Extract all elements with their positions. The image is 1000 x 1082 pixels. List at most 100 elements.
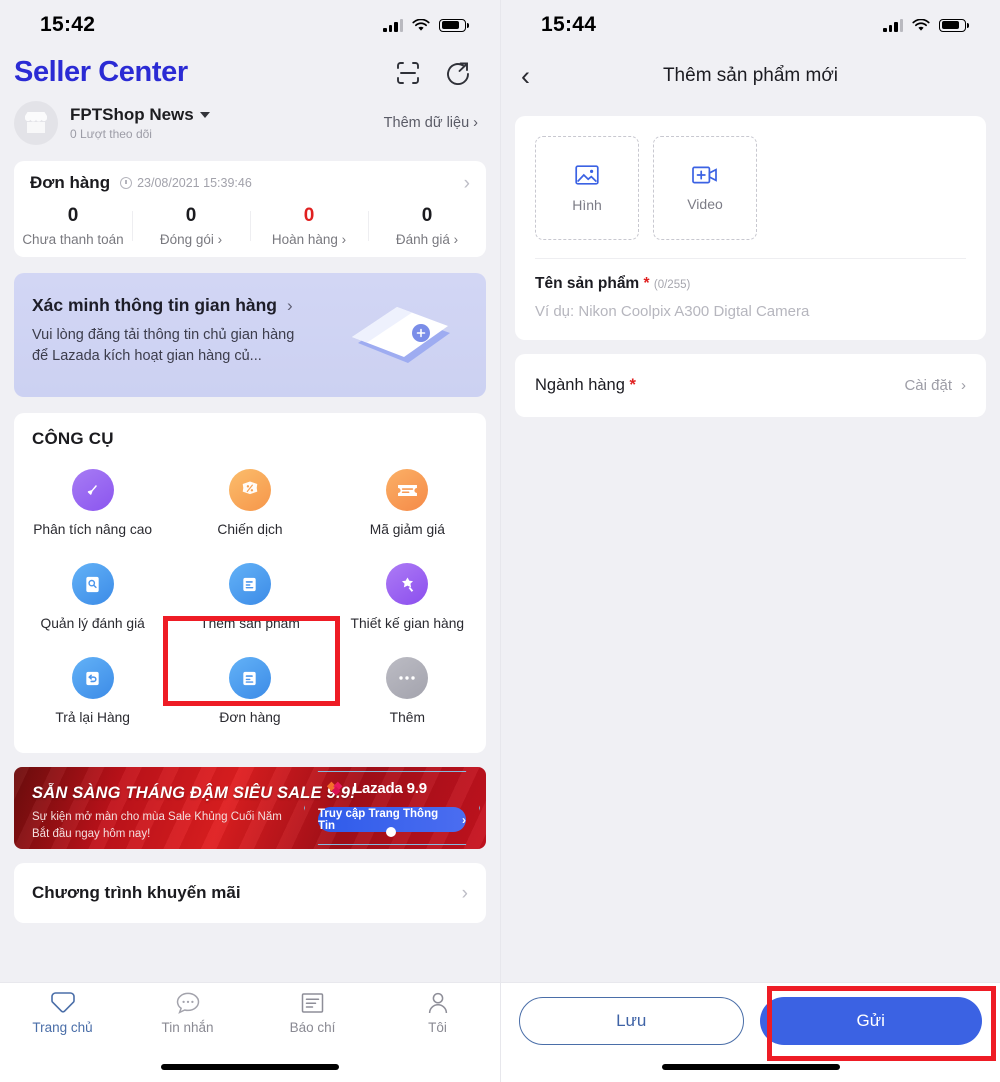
- order-stat-returns[interactable]: 0 Hoàn hàng ›: [250, 205, 368, 247]
- tool-returns[interactable]: Trả lại Hàng: [14, 643, 171, 733]
- add-data-link[interactable]: Thêm dữ liệu ›: [384, 115, 478, 131]
- tool-orders[interactable]: Đơn hàng: [171, 643, 328, 733]
- stat-label: Đánh giá ›: [395, 232, 459, 247]
- tab-label: Báo chí: [289, 1020, 336, 1035]
- battery-icon: [939, 18, 969, 32]
- return-icon: [71, 657, 114, 699]
- tool-label: Thiết kế gian hàng: [350, 616, 465, 631]
- review-search-icon: [71, 563, 114, 605]
- product-name-field[interactable]: Tên sản phẩm * (0/255) Ví dụ: Nikon Cool…: [515, 259, 986, 340]
- home-heart-icon: [50, 992, 75, 1013]
- tool-voucher[interactable]: Mã giảm giá: [329, 455, 486, 545]
- tool-advanced-analytics[interactable]: Phân tích nâng cao: [14, 455, 171, 545]
- tab-messages[interactable]: Tin nhắn: [125, 991, 250, 1035]
- share-icon[interactable]: [444, 59, 472, 87]
- promotion-program-card[interactable]: Chương trình khuyến mãi ›: [14, 863, 486, 923]
- tab-profile[interactable]: Tôi: [375, 991, 500, 1035]
- chevron-right-icon[interactable]: ›: [287, 296, 293, 316]
- video-plus-icon: [692, 166, 717, 184]
- orders-card[interactable]: Đơn hàng 23/08/2021 15:39:46 › 0 Chưa th…: [14, 161, 486, 257]
- stat-label: Chưa thanh toán: [22, 232, 124, 247]
- promo-banner[interactable]: SẴN SÀNG THÁNG ĐẬM SIÊU SALE 9.9! Sự kiệ…: [14, 767, 486, 849]
- add-product-icon: [228, 563, 271, 605]
- bottom-tab-bar: Trang chủ Tin nhắn Báo chí Tôi: [0, 982, 500, 1082]
- chevron-right-icon[interactable]: ›: [464, 174, 470, 193]
- clock-icon: [120, 177, 133, 189]
- product-name-input[interactable]: Ví dụ: Nikon Coolpix A300 Digtal Camera: [535, 303, 966, 320]
- wifi-icon: [912, 18, 930, 32]
- analytics-icon: [71, 469, 114, 511]
- field-label: Tên sản phẩm: [535, 275, 640, 292]
- tool-label: Thêm sản phẩm: [200, 616, 300, 631]
- verify-shop-card[interactable]: Xác minh thông tin gian hàng › Vui lòng …: [14, 273, 486, 397]
- shop-followers: 0 Lượt theo dõi: [70, 127, 152, 141]
- required-asterisk: *: [629, 376, 636, 394]
- save-button[interactable]: Lưu: [519, 997, 744, 1045]
- banner-subtitle-line2: Bắt đầu ngay hôm nay!: [32, 828, 151, 841]
- chat-icon: [176, 992, 199, 1014]
- tool-campaign[interactable]: Chiến dịch: [171, 455, 328, 545]
- app-title: Seller Center: [14, 56, 188, 88]
- tool-add-product[interactable]: Thêm sản phẩm: [171, 549, 328, 639]
- store-design-icon: [386, 563, 429, 605]
- tab-label: Trang chủ: [32, 1020, 93, 1035]
- image-icon: [575, 165, 599, 185]
- banner-subtitle: Sự kiện mở màn cho mùa Sale Khủng Cuối N…: [32, 809, 282, 844]
- tab-news[interactable]: Báo chí: [250, 991, 375, 1035]
- order-stat-reviews[interactable]: 0 Đánh giá ›: [368, 205, 486, 247]
- tool-label: Trả lại Hàng: [55, 710, 130, 725]
- upload-image-button[interactable]: Hình: [535, 136, 639, 240]
- status-indicators: [383, 18, 469, 32]
- lazada-heart-icon: [326, 781, 343, 796]
- chevron-right-icon: ›: [462, 812, 466, 827]
- status-bar-right: 15:44: [501, 0, 1000, 50]
- promotion-title: Chương trình khuyến mãi: [32, 883, 241, 902]
- tab-home[interactable]: Trang chủ: [0, 991, 125, 1035]
- status-indicators: [883, 18, 969, 32]
- media-and-name-card: Hình Video Tên sản phẩm * (0/255) Ví dụ:…: [515, 116, 986, 340]
- tool-label: Quản lý đánh giá: [40, 616, 145, 631]
- tool-more[interactable]: Thêm: [329, 643, 486, 733]
- order-stat-unpaid[interactable]: 0 Chưa thanh toán: [14, 205, 132, 247]
- stat-label: Đóng gói ›: [159, 232, 223, 247]
- dual-screenshot: 15:42 Seller Center FPTShop News 0 Lượt …: [0, 0, 1000, 1082]
- order-stat-packing[interactable]: 0 Đóng gói ›: [132, 205, 250, 247]
- send-button[interactable]: Gửi: [759, 997, 982, 1045]
- news-icon: [301, 993, 324, 1013]
- banner-subtitle-line1: Sự kiện mở màn cho mùa Sale Khủng Cuối N…: [32, 811, 282, 823]
- cellular-signal-icon: [383, 18, 403, 32]
- seller-center-home-screen: 15:42 Seller Center FPTShop News 0 Lượt …: [0, 0, 500, 1082]
- tool-store-design[interactable]: Thiết kế gian hàng: [329, 549, 486, 639]
- chevron-right-icon[interactable]: ›: [961, 377, 966, 394]
- scan-icon[interactable]: [394, 59, 422, 87]
- media-label: Video: [687, 196, 723, 212]
- carousel-dot[interactable]: [386, 827, 396, 837]
- chevron-down-icon[interactable]: [199, 112, 210, 118]
- bottom-action-bar: Lưu Gửi: [501, 982, 1000, 1082]
- orders-timestamp: 23/08/2021 15:39:46: [137, 176, 252, 190]
- tool-label: Chiến dịch: [217, 522, 283, 537]
- stat-label: Hoàn hàng ›: [271, 232, 347, 247]
- verify-description: Vui lòng đăng tải thông tin chủ gian hàn…: [32, 327, 295, 365]
- shop-row[interactable]: FPTShop News 0 Lượt theo dõi Thêm dữ liệ…: [0, 89, 500, 145]
- upload-video-button[interactable]: Video: [653, 136, 757, 240]
- shop-name[interactable]: FPTShop News: [70, 105, 384, 125]
- stat-value: 0: [185, 205, 197, 226]
- tool-label: Phân tích nâng cao: [33, 522, 153, 537]
- tool-review-management[interactable]: Quản lý đánh giá: [14, 549, 171, 639]
- tool-label: Đơn hàng: [219, 710, 281, 725]
- status-bar-left: 15:42: [0, 0, 500, 50]
- category-action[interactable]: Cài đặt: [904, 377, 952, 394]
- tools-grid: Phân tích nâng cao Chiến dịch Mã giảm gi…: [14, 455, 486, 733]
- page-title: Thêm sản phẩm mới: [662, 65, 839, 86]
- more-dots-icon: [386, 657, 429, 699]
- status-time: 15:44: [541, 13, 597, 36]
- battery-icon: [439, 18, 469, 32]
- category-row[interactable]: Ngành hàng * Cài đặt ›: [515, 354, 986, 417]
- verify-title: Xác minh thông tin gian hàng: [32, 295, 277, 315]
- order-doc-icon: [228, 657, 271, 699]
- chevron-right-icon[interactable]: ›: [462, 884, 468, 903]
- nav-bar: ‹ Thêm sản phẩm mới: [501, 50, 1000, 102]
- required-asterisk: *: [643, 275, 650, 292]
- tools-card: CÔNG CỤ Phân tích nâng cao Chiến dịch Mã…: [14, 413, 486, 753]
